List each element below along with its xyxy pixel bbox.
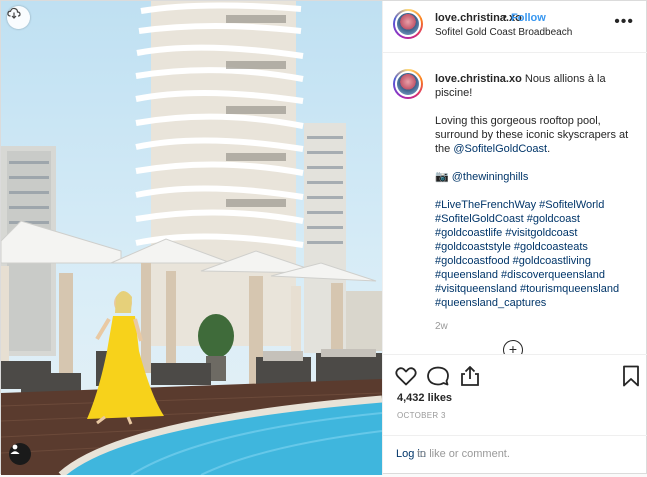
avatar[interactable] bbox=[393, 9, 423, 39]
mention-photographer[interactable]: @thewininghills bbox=[452, 171, 529, 183]
likes-count[interactable]: 4,432 likes bbox=[397, 392, 452, 404]
caption-avatar[interactable] bbox=[393, 69, 423, 99]
post-date: OCTOBER 3 bbox=[397, 411, 446, 420]
post-photo[interactable] bbox=[1, 1, 382, 475]
caption-text: love.christina.xo Nous allions à la pisc… bbox=[435, 72, 635, 324]
user-icon bbox=[10, 444, 20, 454]
caption-paragraph: Loving this gorgeous rooftop pool, surro… bbox=[435, 114, 635, 156]
caption-period: . bbox=[547, 143, 551, 155]
bookmark-icon[interactable] bbox=[619, 364, 643, 388]
location-link[interactable]: Sofitel Gold Coast Broadbeach bbox=[435, 27, 572, 38]
post-actions: 4,432 likes OCTOBER 3 Log in to like or … bbox=[383, 354, 647, 476]
instagram-post: love.christina.xo • Follow Sofitel Gold … bbox=[0, 0, 647, 475]
caption-username[interactable]: love.christina.xo bbox=[435, 73, 522, 85]
mention-sofitel[interactable]: @SofitelGoldCoast bbox=[453, 143, 547, 155]
post-sidebar: love.christina.xo • Follow Sofitel Gold … bbox=[382, 1, 647, 475]
heart-icon[interactable] bbox=[394, 364, 418, 388]
login-prompt-text: to like or comment. bbox=[417, 448, 510, 460]
post-header: love.christina.xo • Follow Sofitel Gold … bbox=[383, 1, 647, 53]
download-button[interactable] bbox=[7, 6, 30, 29]
load-more-comments-button[interactable]: + bbox=[503, 340, 523, 354]
separator-dot: • bbox=[503, 11, 507, 23]
tagged-users-button[interactable] bbox=[9, 443, 31, 465]
photo-credit: 📷 @thewininghills bbox=[435, 170, 635, 184]
header-username[interactable]: love.christina.xo bbox=[435, 12, 522, 24]
comment-icon[interactable] bbox=[426, 364, 450, 388]
time-ago: 2w bbox=[435, 321, 448, 332]
caption-area: love.christina.xo Nous allions à la pisc… bbox=[383, 54, 647, 354]
follow-button[interactable]: Follow bbox=[511, 12, 546, 24]
hashtags[interactable]: #LiveTheFrenchWay #SofitelWorld #Sofitel… bbox=[435, 198, 635, 310]
share-icon[interactable] bbox=[458, 364, 482, 388]
login-bar: Log in to like or comment. bbox=[383, 435, 647, 477]
photo-scene bbox=[1, 1, 382, 475]
camera-icon: 📷 bbox=[435, 171, 449, 183]
caption-line1: love.christina.xo Nous allions à la pisc… bbox=[435, 72, 635, 100]
cloud-download-icon bbox=[7, 7, 21, 19]
more-options-icon[interactable]: ••• bbox=[614, 14, 634, 30]
